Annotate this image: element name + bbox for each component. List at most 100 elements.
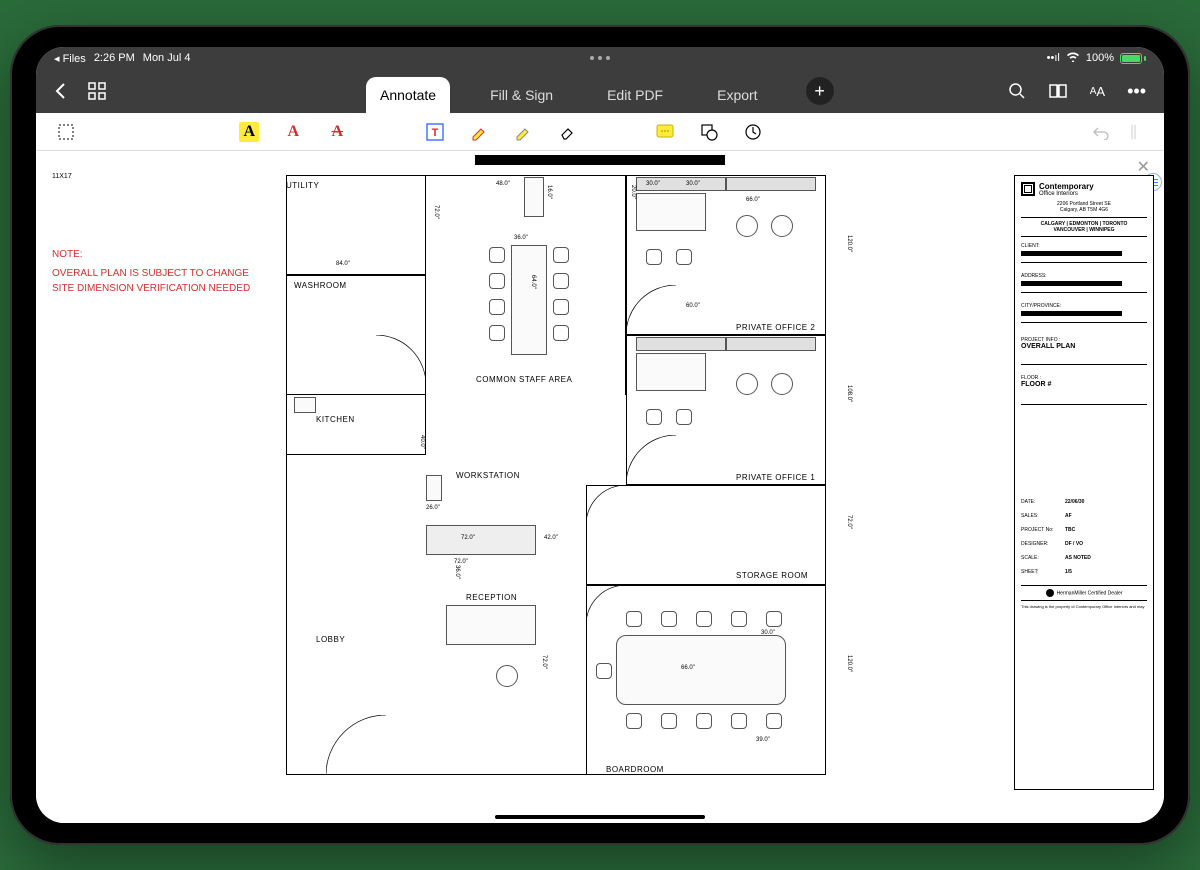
signal-icon: ••ıl bbox=[1047, 52, 1060, 64]
highlight-text-tool[interactable]: A bbox=[239, 122, 259, 142]
client-redacted bbox=[1021, 251, 1122, 256]
annotate-toolbar: A A A T bbox=[36, 113, 1164, 151]
room-common: COMMON STAFF AREA bbox=[476, 375, 572, 384]
room-utility: UTILITY bbox=[286, 181, 319, 190]
back-to-app[interactable]: ◂ Files bbox=[54, 52, 86, 65]
book-view-icon[interactable] bbox=[1048, 83, 1068, 99]
plan-note: NOTE: OVERALL PLAN IS SUBJECT TO CHANGE … bbox=[52, 247, 250, 296]
room-storage: STORAGE ROOM bbox=[736, 571, 808, 580]
dim-recep-72: 72.0" bbox=[541, 655, 547, 669]
room-reception: RECEPTION bbox=[466, 593, 517, 602]
dim-table-64: 64.0" bbox=[530, 275, 536, 289]
cities-line-2: VANCOUVER | WINNIPEG bbox=[1021, 227, 1147, 233]
address-redacted bbox=[1021, 281, 1122, 286]
dim-table-36: 36.0" bbox=[514, 235, 528, 241]
tab-edit-pdf[interactable]: Edit PDF bbox=[593, 77, 677, 113]
back-button[interactable] bbox=[54, 82, 66, 100]
designer-label: DESIGNER: bbox=[1021, 541, 1065, 547]
project-info-value: OVERALL PLAN bbox=[1021, 343, 1147, 350]
dim-ws-26: 26.0" bbox=[426, 505, 440, 511]
marker-tool[interactable] bbox=[513, 122, 533, 142]
toolbar-handle-icon[interactable] bbox=[1124, 122, 1144, 142]
mode-tabs: Annotate Fill & Sign Edit PDF Export + bbox=[366, 69, 834, 113]
designer-value: DF / VO bbox=[1065, 541, 1083, 547]
status-bar: ◂ Files 2:26 PM Mon Jul 4 ••ıl 100% bbox=[36, 47, 1164, 69]
search-icon[interactable] bbox=[1008, 82, 1026, 100]
city-redacted bbox=[1021, 311, 1122, 316]
multitask-dots[interactable] bbox=[590, 56, 610, 60]
brand-name: Contemporary bbox=[1039, 182, 1094, 191]
date-label: DATE: bbox=[1021, 499, 1065, 505]
sales-value: AF bbox=[1065, 513, 1072, 519]
dim-po1-60: 60.0" bbox=[686, 303, 700, 309]
tab-annotate[interactable]: Annotate bbox=[366, 77, 450, 113]
dim-common-48: 48.0" bbox=[496, 181, 510, 187]
battery-percent: 100% bbox=[1086, 52, 1114, 64]
sheet-value: 1/5 bbox=[1065, 569, 1072, 575]
room-workstation: WORKSTATION bbox=[456, 471, 520, 480]
room-boardroom: BOARDROOM bbox=[606, 765, 664, 774]
sheet-label: SHEET: bbox=[1021, 569, 1065, 575]
floor-value: FLOOR # bbox=[1021, 381, 1147, 388]
note-line-2: SITE DIMENSION VERIFICATION NEEDED bbox=[52, 281, 250, 296]
projectno-value: TBC bbox=[1065, 527, 1075, 533]
pen-highlighter-tool[interactable] bbox=[469, 122, 489, 142]
dealer-badge: HermanMiller Certified Dealer bbox=[1057, 590, 1123, 596]
battery-icon bbox=[1120, 53, 1146, 64]
selection-tool-icon[interactable] bbox=[56, 122, 76, 142]
home-indicator[interactable] bbox=[495, 815, 705, 819]
note-heading: NOTE: bbox=[52, 247, 250, 262]
room-washroom: WASHROOM bbox=[294, 281, 347, 290]
floorplan-drawing: UTILITY 84.0" WASHROOM KITCHEN COMMON ST… bbox=[286, 175, 876, 790]
sales-label: SALES: bbox=[1021, 513, 1065, 519]
city-label: CITY/PROVINCE: bbox=[1021, 303, 1147, 309]
dim-utility-w: 84.0" bbox=[336, 261, 350, 267]
scale-value: AS NOTED bbox=[1065, 555, 1091, 561]
drawing-disclaimer: This drawing is the property of Contempo… bbox=[1021, 605, 1147, 609]
dim-board-66: 66.0" bbox=[681, 665, 695, 671]
dim-recep-36: 36.0" bbox=[454, 565, 460, 579]
room-kitchen: KITCHEN bbox=[316, 415, 355, 424]
underline-text-tool[interactable]: A bbox=[283, 122, 303, 142]
screen: ◂ Files 2:26 PM Mon Jul 4 ••ıl 100% Anno… bbox=[36, 47, 1164, 823]
title-block-panel: Contemporary Office Interiors 2206 Portl… bbox=[1014, 175, 1154, 790]
date-value: 22/06/30 bbox=[1065, 499, 1084, 505]
redacted-title-bar bbox=[475, 155, 725, 165]
undo-icon[interactable] bbox=[1090, 122, 1110, 142]
room-private2: PRIVATE OFFICE 2 bbox=[736, 323, 815, 332]
grid-view-icon[interactable] bbox=[88, 82, 106, 100]
dim-right-120b: 120.0" bbox=[846, 655, 852, 672]
app-nav-bar: Annotate Fill & Sign Edit PDF Export + A… bbox=[36, 69, 1164, 113]
dim-right-108: 108.0" bbox=[846, 385, 852, 402]
projectno-label: PROJECT No: bbox=[1021, 527, 1065, 533]
ipad-device-frame: ◂ Files 2:26 PM Mon Jul 4 ••ıl 100% Anno… bbox=[10, 25, 1190, 845]
strikethrough-text-tool[interactable]: A bbox=[327, 122, 347, 142]
dim-ws-72: 72.0" bbox=[461, 535, 475, 541]
sticky-note-tool[interactable] bbox=[655, 122, 675, 142]
dim-po2-30b: 30.0" bbox=[686, 181, 700, 187]
shape-tool[interactable] bbox=[699, 122, 719, 142]
address-label: ADDRESS: bbox=[1021, 273, 1147, 279]
client-label: CLIENT: bbox=[1021, 243, 1147, 249]
wifi-icon bbox=[1066, 51, 1080, 65]
dim-right-120a: 120.0" bbox=[846, 235, 852, 252]
dim-storage-72: 72.0" bbox=[846, 515, 852, 529]
status-date: Mon Jul 4 bbox=[143, 52, 191, 64]
eraser-tool[interactable] bbox=[557, 122, 577, 142]
company-logo-icon bbox=[1021, 182, 1035, 196]
more-icon[interactable]: ••• bbox=[1127, 81, 1146, 102]
stamp-tool[interactable] bbox=[743, 122, 763, 142]
document-viewport[interactable]: ✕ 11X17 NOTE: OVERALL PLAN IS SUBJECT TO… bbox=[36, 151, 1164, 823]
text-box-tool[interactable]: T bbox=[425, 122, 445, 142]
dim-ws-42: 42.0" bbox=[544, 535, 558, 541]
brand-sub: Office Interiors bbox=[1039, 191, 1078, 197]
tab-fill-sign[interactable]: Fill & Sign bbox=[476, 77, 567, 113]
room-private1: PRIVATE OFFICE 1 bbox=[736, 473, 815, 482]
room-lobby: LOBBY bbox=[316, 635, 345, 644]
add-tab-button[interactable]: + bbox=[806, 77, 834, 105]
text-size-icon[interactable]: A bbox=[1090, 84, 1105, 99]
page-size-label: 11X17 bbox=[52, 173, 72, 180]
dim-board-30: 30.0" bbox=[761, 630, 775, 636]
dim-ws-40: 40.0" bbox=[419, 435, 425, 449]
tab-export[interactable]: Export bbox=[703, 77, 771, 113]
